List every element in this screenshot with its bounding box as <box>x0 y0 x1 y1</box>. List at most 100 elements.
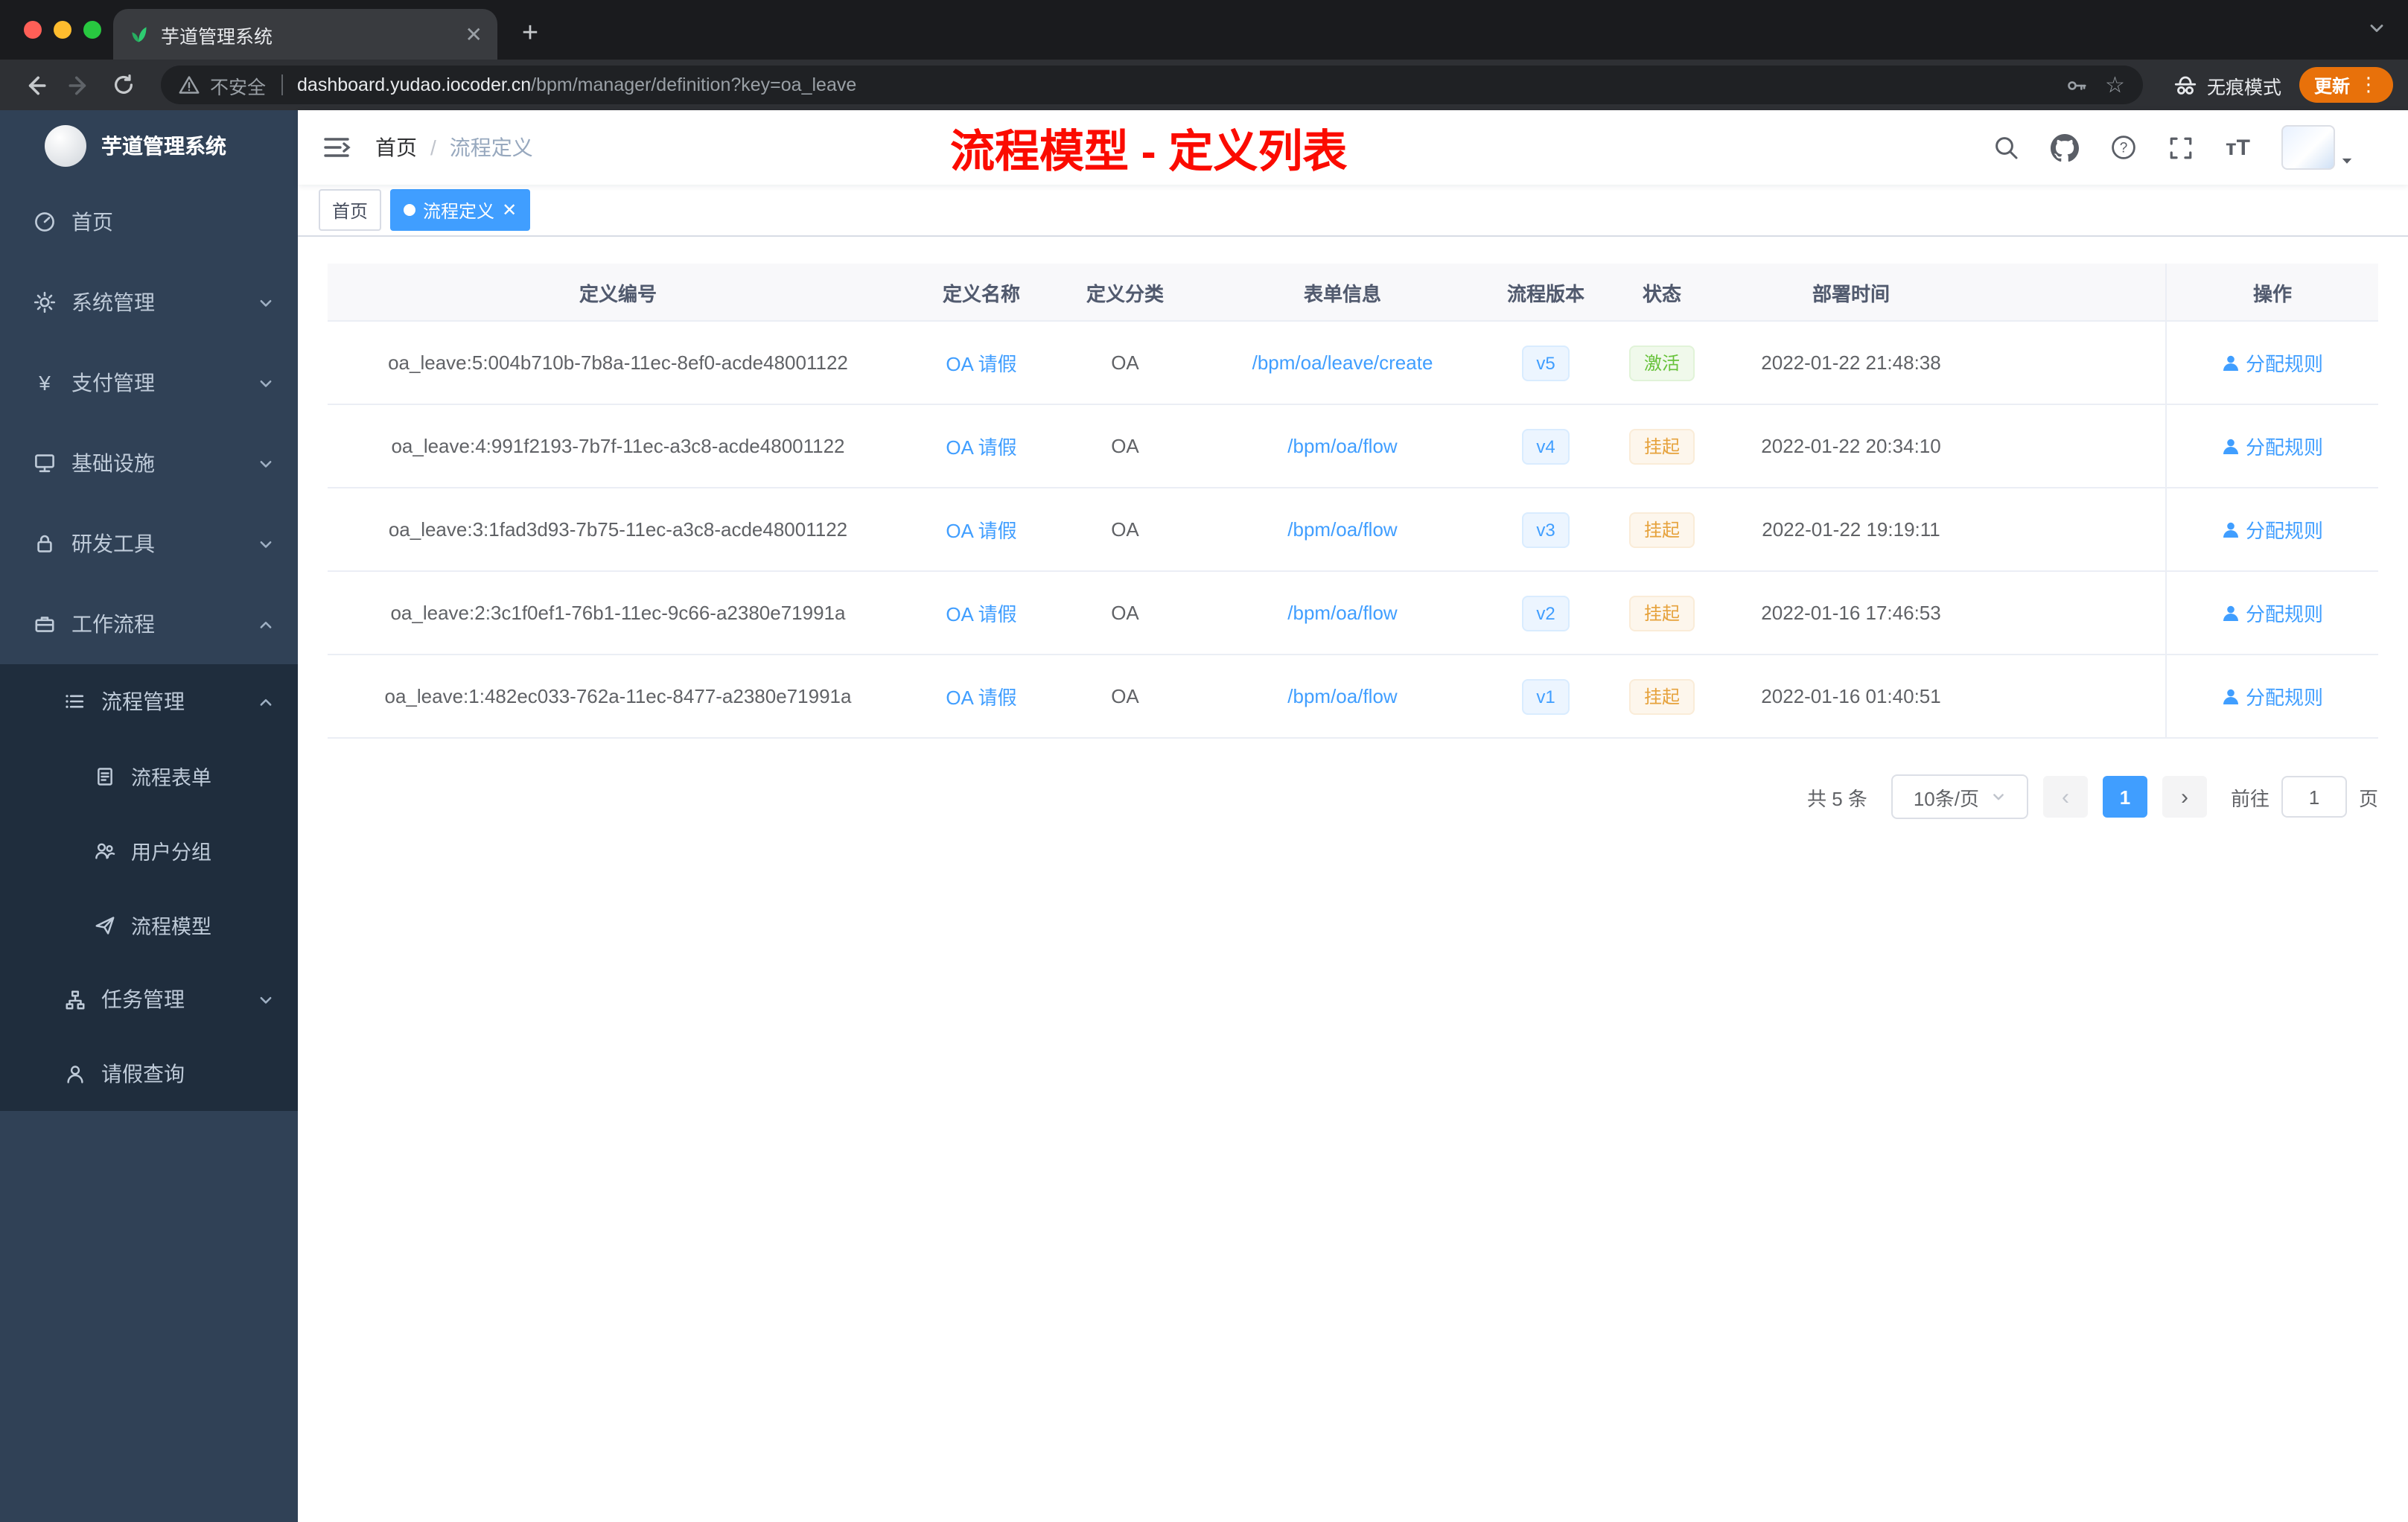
search-icon[interactable] <box>1993 134 2020 161</box>
sidebar-item-user-group[interactable]: 用户分组 <box>0 813 298 888</box>
tab-title: 芋道管理系统 <box>161 26 273 47</box>
definition-name-link[interactable]: OA 请假 <box>946 432 1016 460</box>
tag-process-definition[interactable]: 流程定义 ✕ <box>390 189 531 231</box>
reload-button[interactable] <box>104 66 143 104</box>
url-text[interactable]: dashboard.yudao.iocoder.cn/bpm/manager/d… <box>297 74 856 95</box>
svg-text:?: ? <box>2121 141 2129 156</box>
workflow-submenu: 流程管理 流程表单 用户分组 流程模型 任务管理 请假查询 <box>0 664 298 1111</box>
user-icon <box>2222 604 2240 622</box>
cell-category: OA <box>1111 685 1139 707</box>
sidebar-item-leave-query[interactable]: 请假查询 <box>0 1037 298 1111</box>
page-size-select[interactable]: 10条/页 <box>1891 774 2028 819</box>
definition-name-link[interactable]: OA 请假 <box>946 348 1016 377</box>
user-menu[interactable] <box>2281 125 2354 170</box>
minimize-window-button[interactable] <box>54 21 71 39</box>
tag-close-icon[interactable]: ✕ <box>502 201 517 219</box>
cell-deploy-time: 2022-01-16 01:40:51 <box>1761 685 1941 707</box>
password-key-icon[interactable] <box>2065 74 2087 96</box>
form-info-link[interactable]: /bpm/oa/flow <box>1287 435 1397 457</box>
prev-page-button[interactable]: ‹ <box>2042 776 2088 818</box>
zoom-window-button[interactable] <box>83 21 101 39</box>
divider <box>281 74 283 95</box>
incognito-icon <box>2173 72 2198 98</box>
browser-tab[interactable]: 芋道管理系统 ✕ <box>113 9 497 60</box>
definition-name-link[interactable]: OA 请假 <box>946 682 1016 710</box>
form-info-link[interactable]: /bpm/oa/leave/create <box>1252 351 1433 374</box>
sidebar-item-system-management[interactable]: 系统管理 <box>0 262 298 343</box>
sidebar-item-label: 研发工具 <box>71 532 155 555</box>
address-bar[interactable]: 不安全 dashboard.yudao.iocoder.cn/bpm/manag… <box>161 66 2143 104</box>
avatar[interactable] <box>2281 125 2335 170</box>
definition-name-link[interactable]: OA 请假 <box>946 599 1016 627</box>
sidebar-logo[interactable]: 芋道管理系统 <box>0 110 298 182</box>
breadcrumb-current: 流程定义 <box>449 136 533 159</box>
assign-rule-link[interactable]: 分配规则 <box>2222 348 2323 377</box>
app-title: 芋道管理系统 <box>101 134 226 158</box>
version-badge: v5 <box>1521 345 1570 380</box>
close-window-button[interactable] <box>24 21 42 39</box>
status-badge: 挂起 <box>1628 595 1695 631</box>
next-page-button[interactable]: › <box>2162 776 2207 818</box>
page-content: 定义编号 定义名称 定义分类 表单信息 流程版本 状态 部署时间 操作 oa_l… <box>298 237 2408 1522</box>
new-tab-button[interactable]: + <box>509 13 551 55</box>
sidebar-item-label: 支付管理 <box>71 371 155 395</box>
main-area: 首页 / 流程定义 流程模型 - 定义列表 ? тT 首页 流程定义 ✕ 定义编… <box>298 110 2408 1522</box>
chevron-down-icon <box>258 375 274 391</box>
sidebar: 芋道管理系统 首页 系统管理 ¥ 支付管理 基础设施 研发工具 工作流程 流程管… <box>0 110 298 1522</box>
assign-rule-link[interactable]: 分配规则 <box>2222 432 2323 460</box>
sidebar-item-task-management[interactable]: 任务管理 <box>0 962 298 1037</box>
sidebar-item-label: 用户分组 <box>131 841 211 864</box>
forward-button[interactable] <box>60 66 98 104</box>
definition-table: 定义编号 定义名称 定义分类 表单信息 流程版本 状态 部署时间 操作 oa_l… <box>328 264 2378 739</box>
sidebar-item-infrastructure[interactable]: 基础设施 <box>0 423 298 503</box>
hamburger-icon[interactable] <box>322 133 351 162</box>
macos-window-controls[interactable] <box>24 21 101 39</box>
breadcrumb: 首页 / 流程定义 <box>375 133 533 162</box>
version-badge: v2 <box>1521 595 1570 631</box>
form-info-link[interactable]: /bpm/oa/flow <box>1287 518 1397 541</box>
sidebar-item-label: 系统管理 <box>71 290 155 314</box>
tab-search-chevron-icon[interactable] <box>2366 18 2387 39</box>
cell-category: OA <box>1111 351 1139 374</box>
back-button[interactable] <box>15 66 54 104</box>
assign-rule-link[interactable]: 分配规则 <box>2222 515 2323 544</box>
github-icon[interactable] <box>2051 133 2080 162</box>
browser-menu-icon[interactable]: ⋮ <box>2359 73 2378 97</box>
cell-deploy-time: 2022-01-22 20:34:10 <box>1761 435 1941 457</box>
user-icon <box>2222 520 2240 538</box>
column-header-spacer <box>1981 264 2165 320</box>
assign-rule-link[interactable]: 分配规则 <box>2222 599 2323 627</box>
page-annotation: 流程模型 - 定义列表 <box>950 128 1348 177</box>
sidebar-item-payment-management[interactable]: ¥ 支付管理 <box>0 343 298 423</box>
cell-category: OA <box>1111 435 1139 457</box>
sidebar-item-process-management[interactable]: 流程管理 <box>0 664 298 739</box>
help-icon[interactable]: ? <box>2111 134 2138 161</box>
form-info-link[interactable]: /bpm/oa/flow <box>1287 602 1397 624</box>
tag-home[interactable]: 首页 <box>319 189 382 231</box>
definition-name-link[interactable]: OA 请假 <box>946 515 1016 544</box>
table-row: oa_leave:4:991f2193-7b7f-11ec-a3c8-acde4… <box>328 405 2378 488</box>
goto-label: 前往 <box>2230 787 2270 809</box>
column-header-action: 操作 <box>2165 264 2378 320</box>
tab-close-icon[interactable]: ✕ <box>465 24 482 45</box>
sidebar-item-dev-tools[interactable]: 研发工具 <box>0 503 298 584</box>
goto-page-input[interactable] <box>2281 776 2347 818</box>
browser-toolbar: 不安全 dashboard.yudao.iocoder.cn/bpm/manag… <box>0 60 2408 110</box>
sidebar-item-process-form[interactable]: 流程表单 <box>0 739 298 813</box>
form-info-link[interactable]: /bpm/oa/flow <box>1287 685 1397 707</box>
bookmark-star-icon[interactable]: ☆ <box>2105 71 2125 98</box>
not-secure-warning-icon[interactable] <box>179 74 200 95</box>
current-page-button[interactable]: 1 <box>2102 776 2147 818</box>
breadcrumb-home[interactable]: 首页 <box>375 133 417 162</box>
chevron-up-icon <box>258 693 274 710</box>
sidebar-item-workflow[interactable]: 工作流程 <box>0 584 298 664</box>
security-label[interactable]: 不安全 <box>210 71 266 99</box>
sidebar-item-process-model[interactable]: 流程模型 <box>0 888 298 962</box>
browser-update-button[interactable]: 更新 ⋮ <box>2299 67 2393 103</box>
fullscreen-icon[interactable] <box>2169 135 2194 160</box>
assign-rule-link[interactable]: 分配规则 <box>2222 682 2323 710</box>
sidebar-item-home[interactable]: 首页 <box>0 182 298 262</box>
chevron-down-icon <box>258 294 274 311</box>
font-size-icon[interactable]: тT <box>2226 135 2250 160</box>
status-badge: 激活 <box>1628 345 1695 380</box>
